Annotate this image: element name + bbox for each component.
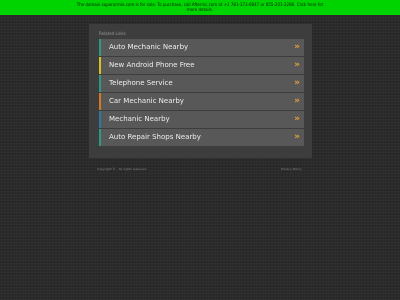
double-chevron-right-icon: » [294, 78, 300, 88]
related-links-panel: Related Links Auto Mechanic Nearby » New… [89, 24, 312, 158]
link-label[interactable]: Car Mechanic Nearby [109, 93, 184, 110]
double-chevron-right-icon: » [294, 96, 300, 106]
related-link-auto-repair-shops-nearby[interactable]: Auto Repair Shops Nearby » [99, 129, 304, 146]
link-label[interactable]: Telephone Service [109, 75, 173, 92]
panel-title: Related Links [99, 31, 126, 36]
banner-text-line2[interactable]: more details. [60, 7, 340, 12]
link-label[interactable]: Mechanic Nearby [109, 111, 170, 128]
link-label[interactable]: Auto Repair Shops Nearby [109, 129, 201, 146]
double-chevron-right-icon: » [294, 60, 300, 70]
double-chevron-right-icon: » [294, 132, 300, 142]
related-link-auto-mechanic-nearby[interactable]: Auto Mechanic Nearby » [99, 39, 304, 56]
double-chevron-right-icon: » [294, 114, 300, 124]
copyright-text: Copyright © . All rights reserved. [97, 167, 147, 171]
link-label[interactable]: Auto Mechanic Nearby [109, 39, 188, 56]
related-link-mechanic-nearby[interactable]: Mechanic Nearby » [99, 111, 304, 128]
link-label[interactable]: New Android Phone Free [109, 57, 195, 74]
double-chevron-right-icon: » [294, 42, 300, 52]
privacy-policy-link[interactable]: Privacy Policy [281, 167, 301, 171]
related-link-new-android-phone-free[interactable]: New Android Phone Free » [99, 57, 304, 74]
related-link-car-mechanic-nearby[interactable]: Car Mechanic Nearby » [99, 93, 304, 110]
domain-for-sale-banner[interactable]: The domain superarmie.com is for sale. T… [0, 0, 400, 15]
related-link-telephone-service[interactable]: Telephone Service » [99, 75, 304, 92]
